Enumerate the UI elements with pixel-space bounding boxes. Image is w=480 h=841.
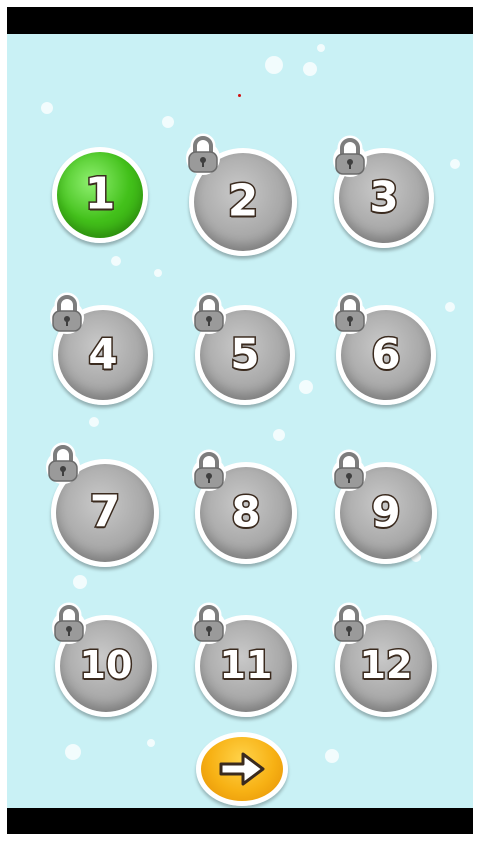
level-button-7[interactable]: 7 bbox=[46, 442, 165, 567]
level-ball-unlocked: 1 bbox=[52, 147, 148, 243]
level-button-9[interactable]: 9 bbox=[329, 449, 441, 566]
padlock-icon bbox=[192, 602, 226, 644]
level-button-5[interactable]: 5 bbox=[187, 292, 299, 409]
next-button[interactable] bbox=[196, 732, 288, 806]
level-button-8[interactable]: 8 bbox=[189, 449, 301, 566]
marker-dot bbox=[238, 94, 241, 97]
level-button-10[interactable]: 10 bbox=[49, 602, 161, 719]
level-number: 3 bbox=[368, 171, 400, 223]
level-button-6[interactable]: 6 bbox=[330, 292, 442, 409]
level-number: 9 bbox=[370, 486, 402, 538]
snowflake bbox=[73, 575, 87, 589]
level-button-2[interactable]: 2 bbox=[186, 133, 299, 256]
snowflake bbox=[303, 62, 317, 76]
padlock-icon bbox=[332, 602, 366, 644]
arrow-right-icon bbox=[219, 752, 265, 786]
level-number: 11 bbox=[218, 642, 274, 689]
snowflake bbox=[41, 102, 53, 114]
level-number: 10 bbox=[78, 642, 134, 689]
snowflake bbox=[445, 302, 455, 312]
snowflake bbox=[111, 256, 121, 266]
level-number: 2 bbox=[226, 174, 260, 228]
level-button-11[interactable]: 11 bbox=[189, 602, 301, 719]
padlock-icon bbox=[50, 292, 84, 334]
padlock-icon bbox=[192, 449, 226, 491]
level-button-4[interactable]: 4 bbox=[47, 292, 159, 409]
level-number: 7 bbox=[88, 485, 122, 539]
snowflake bbox=[154, 269, 162, 277]
snowflake bbox=[65, 744, 81, 760]
padlock-icon bbox=[192, 292, 226, 334]
snowflake bbox=[89, 417, 99, 427]
level-button-12[interactable]: 12 bbox=[329, 602, 441, 719]
padlock-icon bbox=[332, 449, 366, 491]
snowflake bbox=[147, 739, 155, 747]
snowflake bbox=[162, 116, 174, 128]
snowflake bbox=[450, 159, 460, 169]
padlock-icon bbox=[46, 442, 80, 484]
level-number: 5 bbox=[229, 328, 261, 380]
padlock-icon bbox=[333, 292, 367, 334]
level-number: 8 bbox=[230, 486, 262, 538]
padlock-icon bbox=[333, 135, 367, 177]
level-number: 4 bbox=[87, 328, 119, 380]
level-number: 1 bbox=[83, 167, 117, 221]
device-frame: 1 2 3 4 5 6 7 8 9 10 11 12 bbox=[7, 7, 473, 834]
level-number: 6 bbox=[370, 328, 402, 380]
level-button-3[interactable]: 3 bbox=[330, 135, 442, 256]
level-button-1[interactable]: 1 bbox=[52, 147, 148, 243]
padlock-icon bbox=[52, 602, 86, 644]
snowflake bbox=[265, 56, 283, 74]
snowflake bbox=[325, 749, 339, 763]
level-select-screen: 1 2 3 4 5 6 7 8 9 10 11 12 bbox=[7, 34, 473, 808]
snowflake bbox=[317, 44, 325, 52]
snowflake bbox=[299, 380, 313, 394]
level-number: 12 bbox=[358, 642, 414, 689]
padlock-icon bbox=[186, 133, 220, 175]
snowflake bbox=[273, 429, 285, 441]
